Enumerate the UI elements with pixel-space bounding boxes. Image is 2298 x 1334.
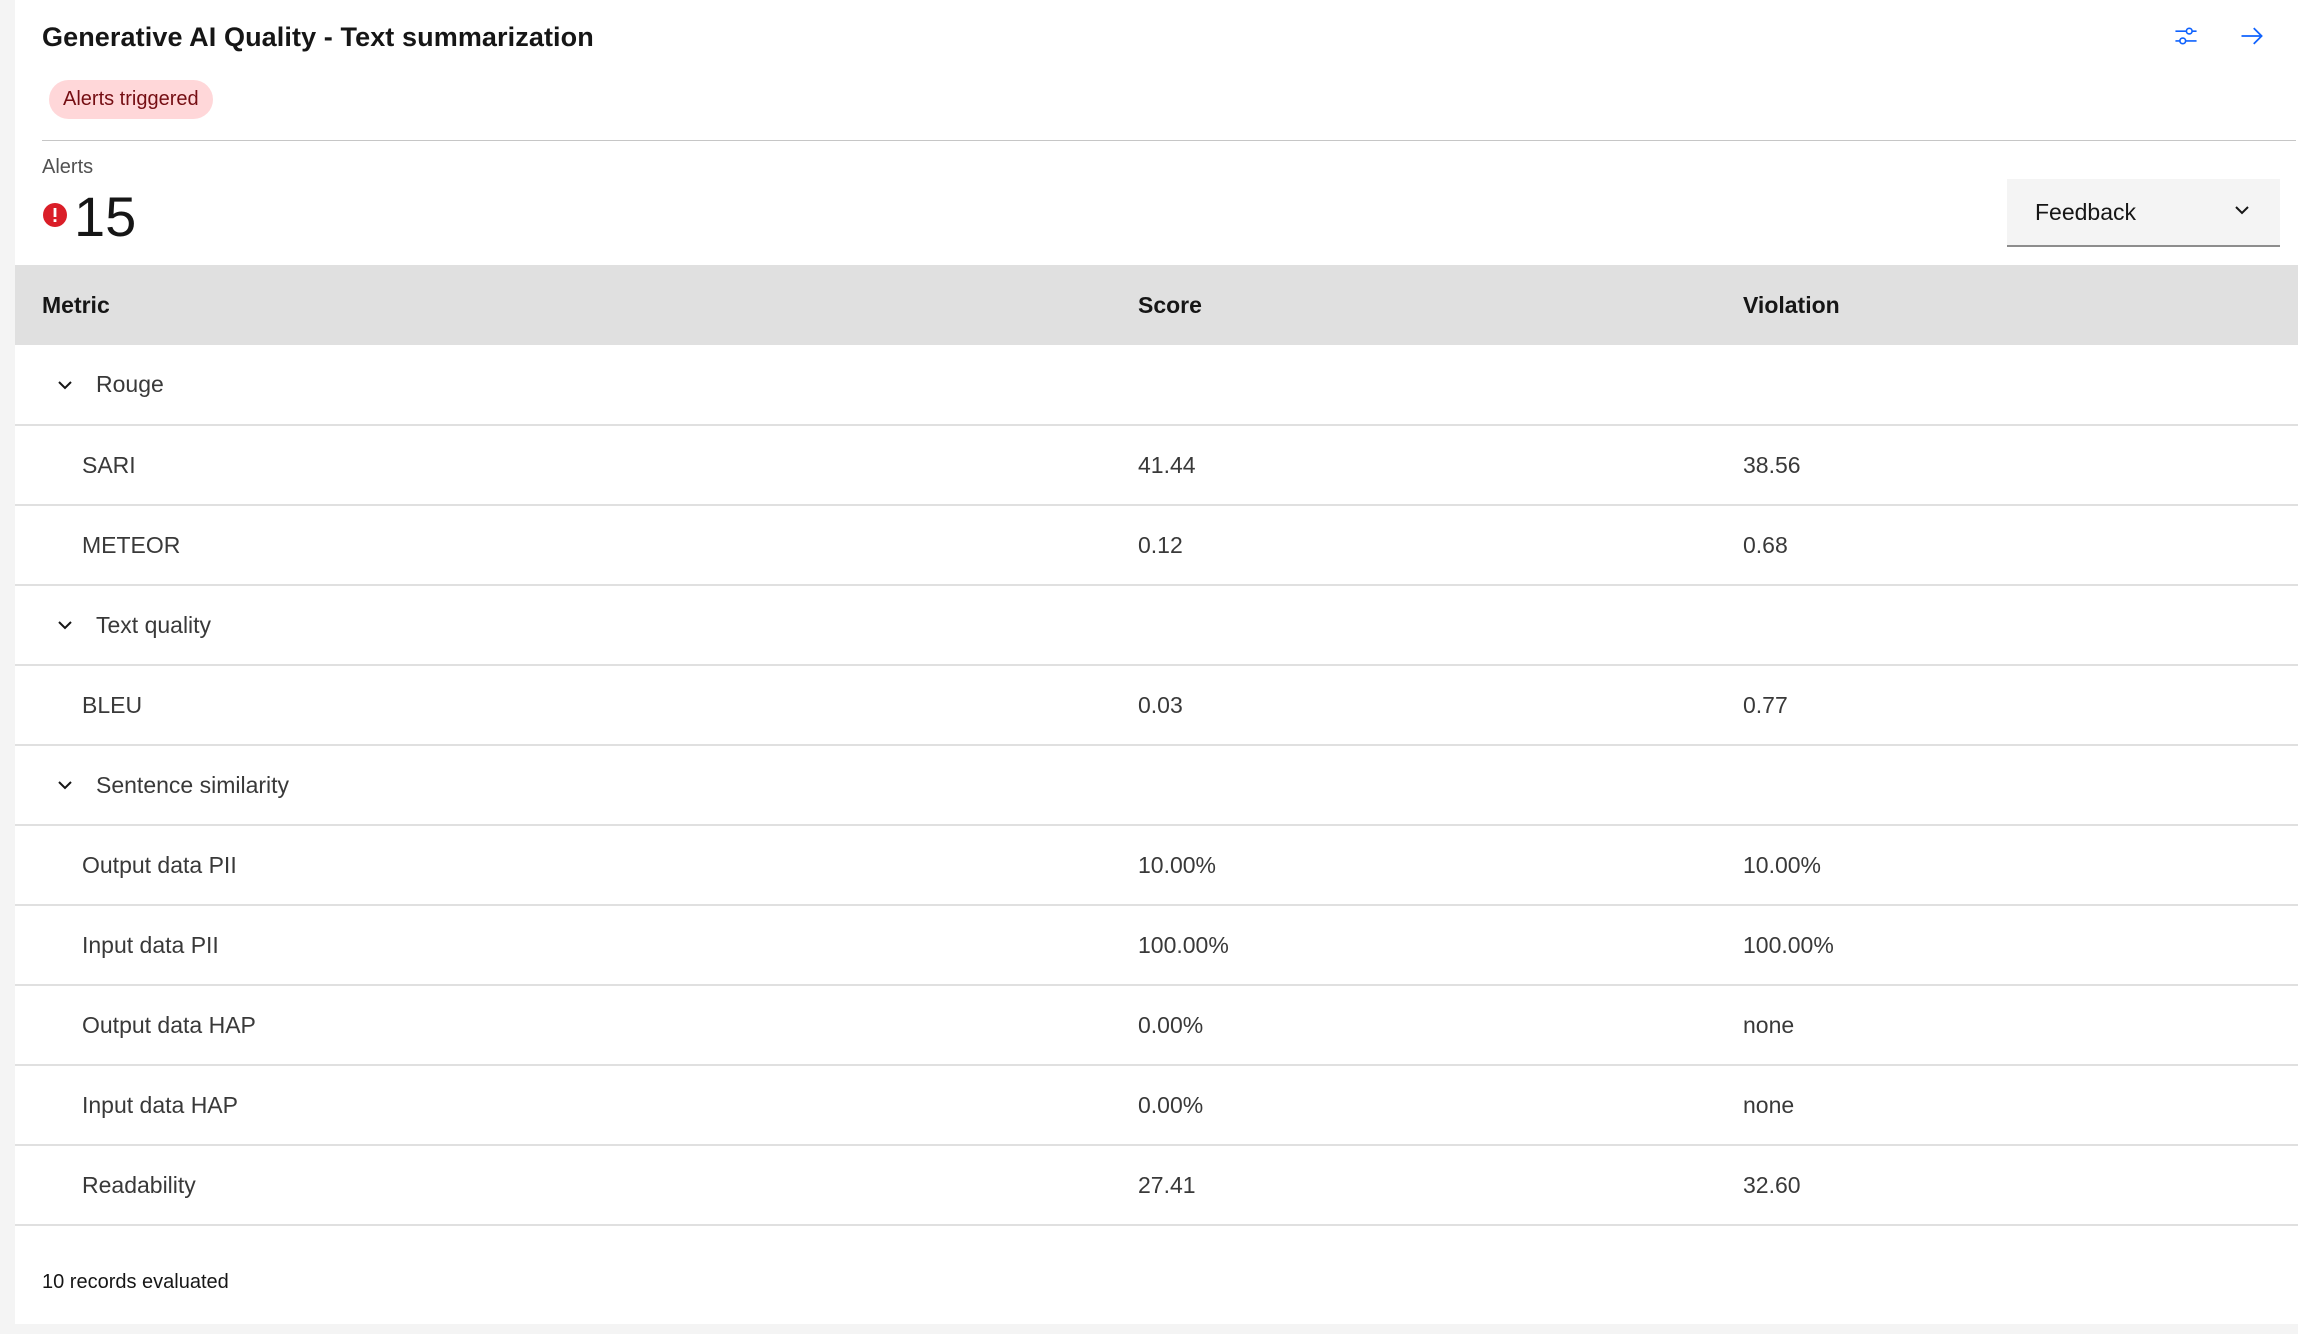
table-body: Rouge SARI 41.44 38.56 METEOR 0.12 0.68 Text qu… <box>15 345 2298 1226</box>
group-label: Rouge <box>96 371 164 397</box>
group-row[interactable]: Sentence similarity <box>15 745 2298 826</box>
alerts-summary: 15 <box>42 182 136 252</box>
metric-cell: SARI <box>15 425 1138 506</box>
error-filled-icon <box>42 202 68 233</box>
metric-cell: METEOR <box>15 505 1138 586</box>
score-cell: 0.00% <box>1138 985 1743 1066</box>
score-cell <box>1138 345 1743 426</box>
violation-cell <box>1743 345 2298 426</box>
metric-cell: BLEU <box>15 665 1138 746</box>
score-cell: 41.44 <box>1138 425 1743 506</box>
table-row: Output data HAP 0.00% none <box>15 985 2298 1066</box>
table-header-row: Metric Score Violation <box>15 265 2298 345</box>
settings-adjust-icon[interactable] <box>2170 20 2202 52</box>
table-row: SARI 41.44 38.56 <box>15 425 2298 506</box>
table-row: Input data PII 100.00% 100.00% <box>15 905 2298 986</box>
group-label-wrap: Rouge <box>42 371 1138 398</box>
feedback-dropdown[interactable]: Feedback <box>2007 179 2280 247</box>
score-cell <box>1138 745 1743 826</box>
score-cell: 0.12 <box>1138 505 1743 586</box>
group-cell: Sentence similarity <box>15 745 1138 826</box>
group-label: Sentence similarity <box>96 771 290 798</box>
group-label-wrap: Sentence similarity <box>42 772 1138 799</box>
violation-cell <box>1743 585 2298 666</box>
metric-cell: Input data PII <box>15 905 1138 986</box>
column-header-metric[interactable]: Metric <box>15 265 1138 345</box>
violation-cell: 38.56 <box>1743 425 2298 506</box>
quality-card: Generative AI Quality - Text summarizati… <box>15 0 2298 1324</box>
group-cell: Text quality <box>15 585 1138 666</box>
metric-cell: Readability <box>15 1145 1138 1226</box>
header-divider <box>42 140 2296 141</box>
score-cell <box>1138 585 1743 666</box>
group-row[interactable]: Rouge <box>15 345 2298 426</box>
table-row: Readability 27.41 32.60 <box>15 1145 2298 1226</box>
group-label: Text quality <box>96 611 212 638</box>
violation-cell: none <box>1743 985 2298 1066</box>
table-row: Input data HAP 0.00% none <box>15 1065 2298 1146</box>
table-row: Output data PII 10.00% 10.00% <box>15 825 2298 906</box>
score-cell: 0.00% <box>1138 1065 1743 1146</box>
metric-cell: Input data HAP <box>15 1065 1138 1146</box>
score-cell: 10.00% <box>1138 825 1743 906</box>
arrow-right-icon[interactable] <box>2236 20 2268 52</box>
column-header-score[interactable]: Score <box>1138 265 1743 345</box>
chevron-down-icon <box>2232 199 2252 226</box>
chevron-down-icon[interactable] <box>54 374 76 396</box>
metric-cell: Output data HAP <box>15 985 1138 1066</box>
violation-cell <box>1743 745 2298 826</box>
group-row[interactable]: Text quality <box>15 585 2298 666</box>
violation-cell: 100.00% <box>1743 905 2298 986</box>
violation-cell: 0.68 <box>1743 505 2298 586</box>
chevron-down-icon[interactable] <box>54 614 76 636</box>
table-row: BLEU 0.03 0.77 <box>15 665 2298 746</box>
score-cell: 27.41 <box>1138 1145 1743 1226</box>
score-cell: 0.03 <box>1138 665 1743 746</box>
violation-cell: none <box>1743 1065 2298 1146</box>
alerts-label: Alerts <box>42 156 94 178</box>
alerts-count: 15 <box>74 185 137 248</box>
score-cell: 100.00% <box>1138 905 1743 986</box>
column-header-violation[interactable]: Violation <box>1743 265 2298 345</box>
card-title: Generative AI Quality - Text summarizati… <box>42 22 594 52</box>
group-label-wrap: Text quality <box>42 612 1138 639</box>
violation-cell: 0.77 <box>1743 665 2298 746</box>
metrics-table: Metric Score Violation Rouge SARI 41.44 38.… <box>15 265 2298 1226</box>
metric-cell: Output data PII <box>15 825 1138 906</box>
chevron-down-icon[interactable] <box>54 774 76 796</box>
violation-cell: 32.60 <box>1743 1145 2298 1226</box>
alerts-triggered-tag: Alerts triggered <box>49 80 213 119</box>
group-cell: Rouge <box>15 345 1138 426</box>
table-row: METEOR 0.12 0.68 <box>15 505 2298 586</box>
dropdown-selected-value: Feedback <box>2035 198 2137 225</box>
records-evaluated-text: 10 records evaluated <box>42 1271 229 1293</box>
violation-cell: 10.00% <box>1743 825 2298 906</box>
